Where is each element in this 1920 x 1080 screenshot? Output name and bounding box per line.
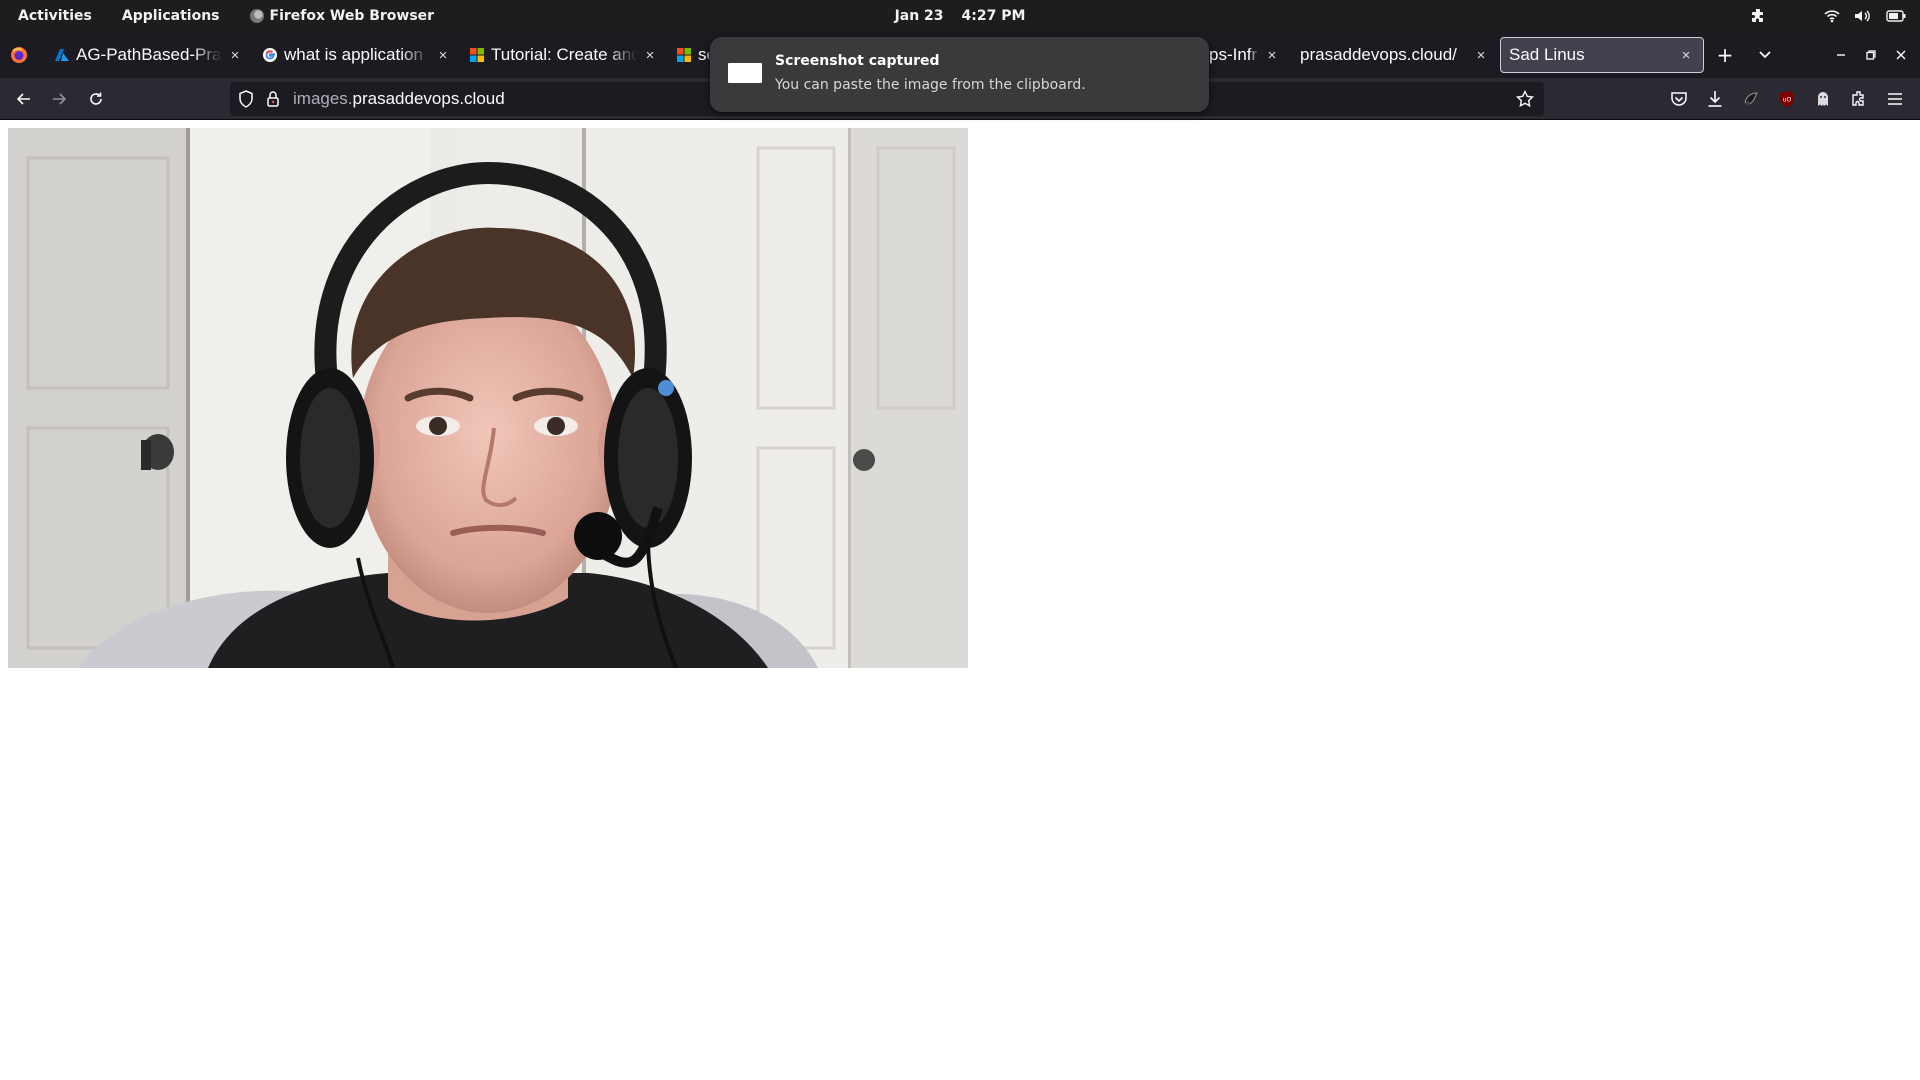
- list-all-tabs-button[interactable]: [1750, 37, 1780, 73]
- notification-title: Screenshot captured: [775, 53, 940, 69]
- activities-button[interactable]: Activities: [18, 0, 92, 32]
- microsoft-icon: [677, 48, 691, 62]
- clock-time[interactable]: 4:27 PM: [962, 8, 1026, 24]
- firefox-logo-icon: [11, 47, 27, 63]
- close-icon: [1896, 50, 1906, 60]
- tab-close-button[interactable]: ×: [1472, 47, 1490, 64]
- puzzle-piece-icon: [1852, 91, 1864, 106]
- screenshot-notification[interactable]: Screenshot captured You can paste the im…: [710, 37, 1209, 112]
- dark-reader-icon: [1744, 92, 1758, 105]
- page-image: [8, 128, 968, 668]
- svg-text:uO: uO: [1783, 97, 1792, 104]
- firefox-small-icon: [249, 9, 264, 23]
- pocket-icon: [1671, 92, 1687, 106]
- tab-close-button[interactable]: ×: [641, 47, 659, 64]
- minimize-button[interactable]: [1826, 37, 1856, 73]
- microsoft-icon: [470, 48, 484, 62]
- back-arrow-icon: [16, 93, 30, 105]
- restore-icon: [1866, 50, 1876, 60]
- photo-man-with-headset: [8, 128, 968, 668]
- app-menu[interactable]: Firefox Web Browser: [249, 0, 435, 32]
- ghost-extension-icon: [1818, 92, 1828, 106]
- tab-google-search[interactable]: what is application gateway ×: [262, 37, 452, 73]
- tab-label: AG-PathBased-Prasad: [76, 45, 222, 64]
- volume-icon[interactable]: [1854, 9, 1872, 23]
- tab-ag-pathbased[interactable]: AG-PathBased-Prasad ×: [54, 37, 244, 73]
- google-icon: [263, 48, 277, 62]
- system-top-bar: Activities Applications Firefox Web Brow…: [0, 0, 1920, 32]
- tab-devops-infra[interactable]: ps-Infra ×: [1209, 37, 1281, 73]
- extensions-puzzle-icon[interactable]: [1750, 8, 1766, 24]
- firefox-view-button[interactable]: [10, 37, 32, 73]
- reload-icon: [90, 92, 102, 105]
- tab-label: what is application gateway: [284, 45, 430, 64]
- lock-icon[interactable]: [266, 90, 280, 108]
- battery-icon[interactable]: [1886, 10, 1906, 22]
- url-subdomain: images.: [293, 89, 353, 108]
- back-button[interactable]: [8, 83, 40, 115]
- tab-microsoft-2[interactable]: se: [676, 37, 710, 73]
- tab-label: Tutorial: Create and configure: [491, 45, 637, 64]
- chevron-down-icon: [1759, 51, 1771, 59]
- url-text[interactable]: images.prasaddevops.cloud: [293, 82, 505, 116]
- forward-arrow-icon: [53, 93, 67, 105]
- bookmark-star-icon[interactable]: [1516, 90, 1534, 108]
- tracking-protection-shield-icon[interactable]: [238, 90, 254, 108]
- tab-close-button[interactable]: ×: [226, 47, 244, 64]
- tab-label: Sad Linus: [1509, 45, 1585, 64]
- notification-body: You can paste the image from the clipboa…: [775, 77, 1086, 93]
- tab-close-button[interactable]: ×: [434, 47, 452, 64]
- tab-label: prasaddevops.cloud/: [1300, 45, 1457, 64]
- tab-label: se: [698, 45, 710, 64]
- wifi-icon[interactable]: [1824, 9, 1840, 23]
- tab-label: ps-Infra: [1209, 45, 1259, 64]
- extensions-button[interactable]: [1843, 83, 1875, 115]
- tab-tutorial[interactable]: Tutorial: Create and configure ×: [469, 37, 659, 73]
- forward-button[interactable]: [43, 83, 75, 115]
- extension-dark-button[interactable]: [1735, 83, 1767, 115]
- restore-button[interactable]: [1856, 37, 1886, 73]
- azure-icon: [55, 49, 69, 61]
- download-icon: [1708, 91, 1722, 107]
- new-tab-button[interactable]: +: [1710, 37, 1740, 73]
- clock-date[interactable]: Jan 23: [895, 8, 944, 24]
- hamburger-menu-icon: [1888, 93, 1902, 105]
- app-menu-button[interactable]: [1879, 83, 1911, 115]
- close-window-button[interactable]: [1886, 37, 1916, 73]
- extension-ghost-button[interactable]: [1807, 83, 1839, 115]
- tab-prasaddevops[interactable]: prasaddevops.cloud/ ×: [1300, 37, 1490, 73]
- tab-sad-linus[interactable]: Sad Linus ×: [1500, 37, 1704, 73]
- tab-close-button[interactable]: ×: [1677, 47, 1695, 64]
- minimize-icon: [1837, 54, 1845, 56]
- screenshot-thumbnail: [728, 63, 762, 83]
- ublock-origin-icon: uO: [1780, 91, 1794, 107]
- ublock-button[interactable]: uO: [1771, 83, 1803, 115]
- tab-close-button[interactable]: ×: [1263, 47, 1281, 64]
- url-domain: prasaddevops.cloud: [352, 89, 505, 108]
- applications-menu[interactable]: Applications: [122, 0, 220, 32]
- app-menu-label: Firefox Web Browser: [269, 8, 435, 24]
- downloads-button[interactable]: [1699, 83, 1731, 115]
- pocket-button[interactable]: [1663, 83, 1695, 115]
- reload-button[interactable]: [80, 83, 112, 115]
